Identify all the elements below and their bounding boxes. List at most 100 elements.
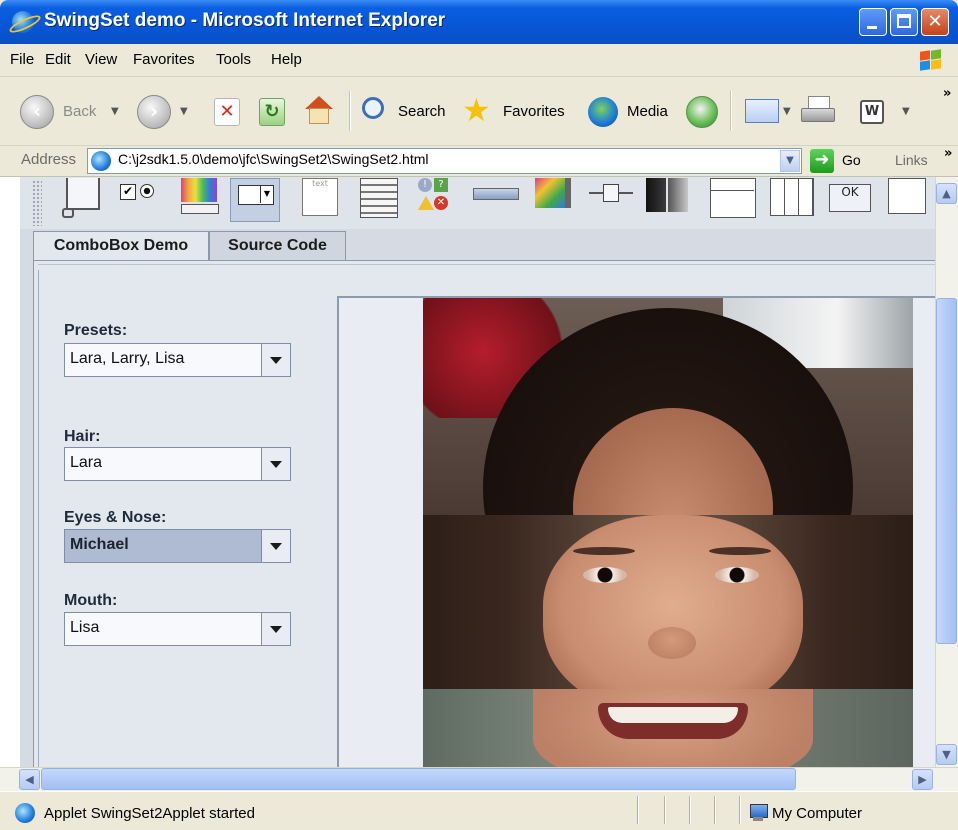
- status-divider: [664, 796, 666, 824]
- mail-dropdown-icon[interactable]: ▼: [783, 106, 791, 117]
- tooltip-demo-icon[interactable]: OK: [825, 178, 875, 222]
- mouth-strip: [423, 689, 913, 767]
- word-edit-icon[interactable]: W: [860, 100, 884, 124]
- favorites-star-icon[interactable]: ★: [462, 92, 491, 128]
- links-button[interactable]: Links: [895, 152, 928, 168]
- status-divider: [714, 796, 716, 824]
- media-button-label[interactable]: Media: [627, 103, 668, 120]
- scroll-up-icon[interactable]: ▲: [936, 183, 957, 204]
- eyes-nose-combobox[interactable]: Michael: [64, 529, 291, 563]
- button-demo-icon[interactable]: ✔: [116, 178, 166, 222]
- mouth-value: Lisa: [70, 619, 100, 636]
- presets-dropdown-icon[interactable]: [261, 344, 290, 376]
- home-icon[interactable]: [303, 96, 335, 126]
- vertical-scroll-thumb[interactable]: [936, 298, 957, 644]
- hair-dropdown-icon[interactable]: [261, 448, 290, 480]
- refresh-icon[interactable]: ↻: [259, 98, 285, 126]
- face-image: [423, 298, 913, 767]
- table-demo-icon[interactable]: [768, 178, 818, 222]
- eyes-nose-strip: [423, 515, 913, 715]
- eyes-nose-value: Michael: [70, 536, 129, 553]
- hair-strip: [423, 298, 913, 668]
- scroll-left-icon[interactable]: ◀: [19, 769, 40, 790]
- presets-combobox[interactable]: Lara, Larry, Lisa: [64, 343, 291, 377]
- forward-arrow-icon[interactable]: ›: [137, 95, 171, 129]
- media-icon[interactable]: [588, 97, 618, 127]
- maximize-icon: [897, 14, 911, 28]
- presets-value: Lara, Larry, Lisa: [70, 350, 185, 367]
- history-icon[interactable]: [686, 96, 718, 128]
- address-dropdown-icon[interactable]: ▼: [780, 150, 800, 172]
- maximize-button[interactable]: [890, 8, 918, 36]
- scroll-down-icon[interactable]: ▼: [936, 744, 957, 765]
- internal-frame-demo-icon[interactable]: [56, 178, 106, 222]
- my-computer-icon: [748, 804, 768, 822]
- back-dropdown-icon[interactable]: ▼: [111, 106, 119, 117]
- menu-file[interactable]: File: [10, 51, 34, 68]
- scroll-right-icon[interactable]: ▶: [912, 769, 933, 790]
- internet-explorer-icon: [12, 11, 34, 33]
- menu-help[interactable]: Help: [271, 51, 302, 68]
- eyes-nose-dropdown-icon[interactable]: [261, 530, 290, 562]
- hair-value: Lara: [70, 454, 103, 471]
- toolbar-separator: [730, 91, 732, 131]
- status-divider: [739, 796, 741, 824]
- print-icon[interactable]: [801, 96, 835, 128]
- panel-divider: [38, 264, 935, 265]
- applet-status-icon: [15, 803, 35, 823]
- minimize-button[interactable]: [859, 8, 887, 36]
- status-text: Applet SwingSet2Applet started: [44, 805, 255, 822]
- search-button-label[interactable]: Search: [398, 103, 446, 120]
- search-icon[interactable]: [362, 97, 384, 119]
- horizontal-scroll-thumb[interactable]: [41, 768, 796, 790]
- tab-source-code[interactable]: Source Code: [209, 231, 346, 261]
- toolbar-overflow-icon[interactable]: »: [943, 86, 951, 101]
- combobox-demo-button[interactable]: ▼: [230, 178, 280, 222]
- file-chooser-demo-icon[interactable]: text: [296, 178, 346, 222]
- status-divider: [637, 796, 639, 824]
- mouth-combobox[interactable]: Lisa: [64, 612, 291, 646]
- menu-tools[interactable]: Tools: [216, 51, 251, 68]
- presets-label: Presets:: [64, 322, 128, 339]
- progress-bar-demo-icon[interactable]: [471, 178, 521, 222]
- page-icon: [91, 151, 111, 171]
- close-icon: ✕: [927, 11, 943, 32]
- back-button-label[interactable]: Back: [63, 103, 96, 120]
- tree-demo-icon[interactable]: [882, 178, 932, 222]
- address-url[interactable]: C:\j2sdk1.5.0\demo\jfc\SwingSet2\SwingSe…: [118, 151, 429, 167]
- go-button[interactable]: Go: [842, 152, 861, 168]
- links-overflow-icon[interactable]: »: [944, 146, 952, 161]
- security-zone-label: My Computer: [772, 805, 863, 822]
- address-label: Address: [21, 151, 77, 168]
- menu-favorites[interactable]: Favorites: [133, 51, 195, 68]
- mail-icon[interactable]: [745, 99, 779, 123]
- toolbar-grip[interactable]: [32, 180, 42, 226]
- menu-view[interactable]: View: [85, 51, 117, 68]
- hair-combobox[interactable]: Lara: [64, 447, 291, 481]
- mouth-dropdown-icon[interactable]: [261, 613, 290, 645]
- forward-dropdown-icon[interactable]: ▼: [180, 106, 188, 117]
- menu-edit[interactable]: Edit: [45, 51, 71, 68]
- stop-icon[interactable]: ✕: [214, 98, 240, 126]
- tab-combobox-demo[interactable]: ComboBox Demo: [33, 231, 209, 261]
- hair-label: Hair:: [64, 428, 101, 445]
- mouth-label: Mouth:: [64, 592, 118, 609]
- slider-demo-icon[interactable]: [589, 178, 639, 222]
- windows-logo-icon: [919, 49, 943, 72]
- close-button[interactable]: ✕: [921, 8, 949, 36]
- tabbed-pane-demo-icon[interactable]: [708, 178, 758, 222]
- toolbar-separator: [349, 91, 351, 131]
- color-chooser-demo-icon[interactable]: [175, 178, 225, 222]
- favorites-button-label[interactable]: Favorites: [503, 103, 565, 120]
- scroll-pane-demo-icon[interactable]: [531, 178, 581, 222]
- back-arrow-icon[interactable]: ‹: [20, 95, 54, 129]
- minimize-icon: [867, 26, 877, 29]
- eyes-nose-label: Eyes & Nose:: [64, 509, 167, 526]
- html-demo-icon[interactable]: [355, 178, 405, 222]
- go-arrow-icon[interactable]: ➜: [810, 149, 834, 173]
- status-divider: [689, 796, 691, 824]
- split-pane-demo-icon[interactable]: [646, 178, 696, 222]
- window-title: SwingSet demo - Microsoft Internet Explo…: [44, 10, 446, 31]
- option-pane-demo-icon[interactable]: ! ? ✕: [412, 178, 462, 222]
- edit-dropdown-icon[interactable]: ▼: [902, 106, 910, 117]
